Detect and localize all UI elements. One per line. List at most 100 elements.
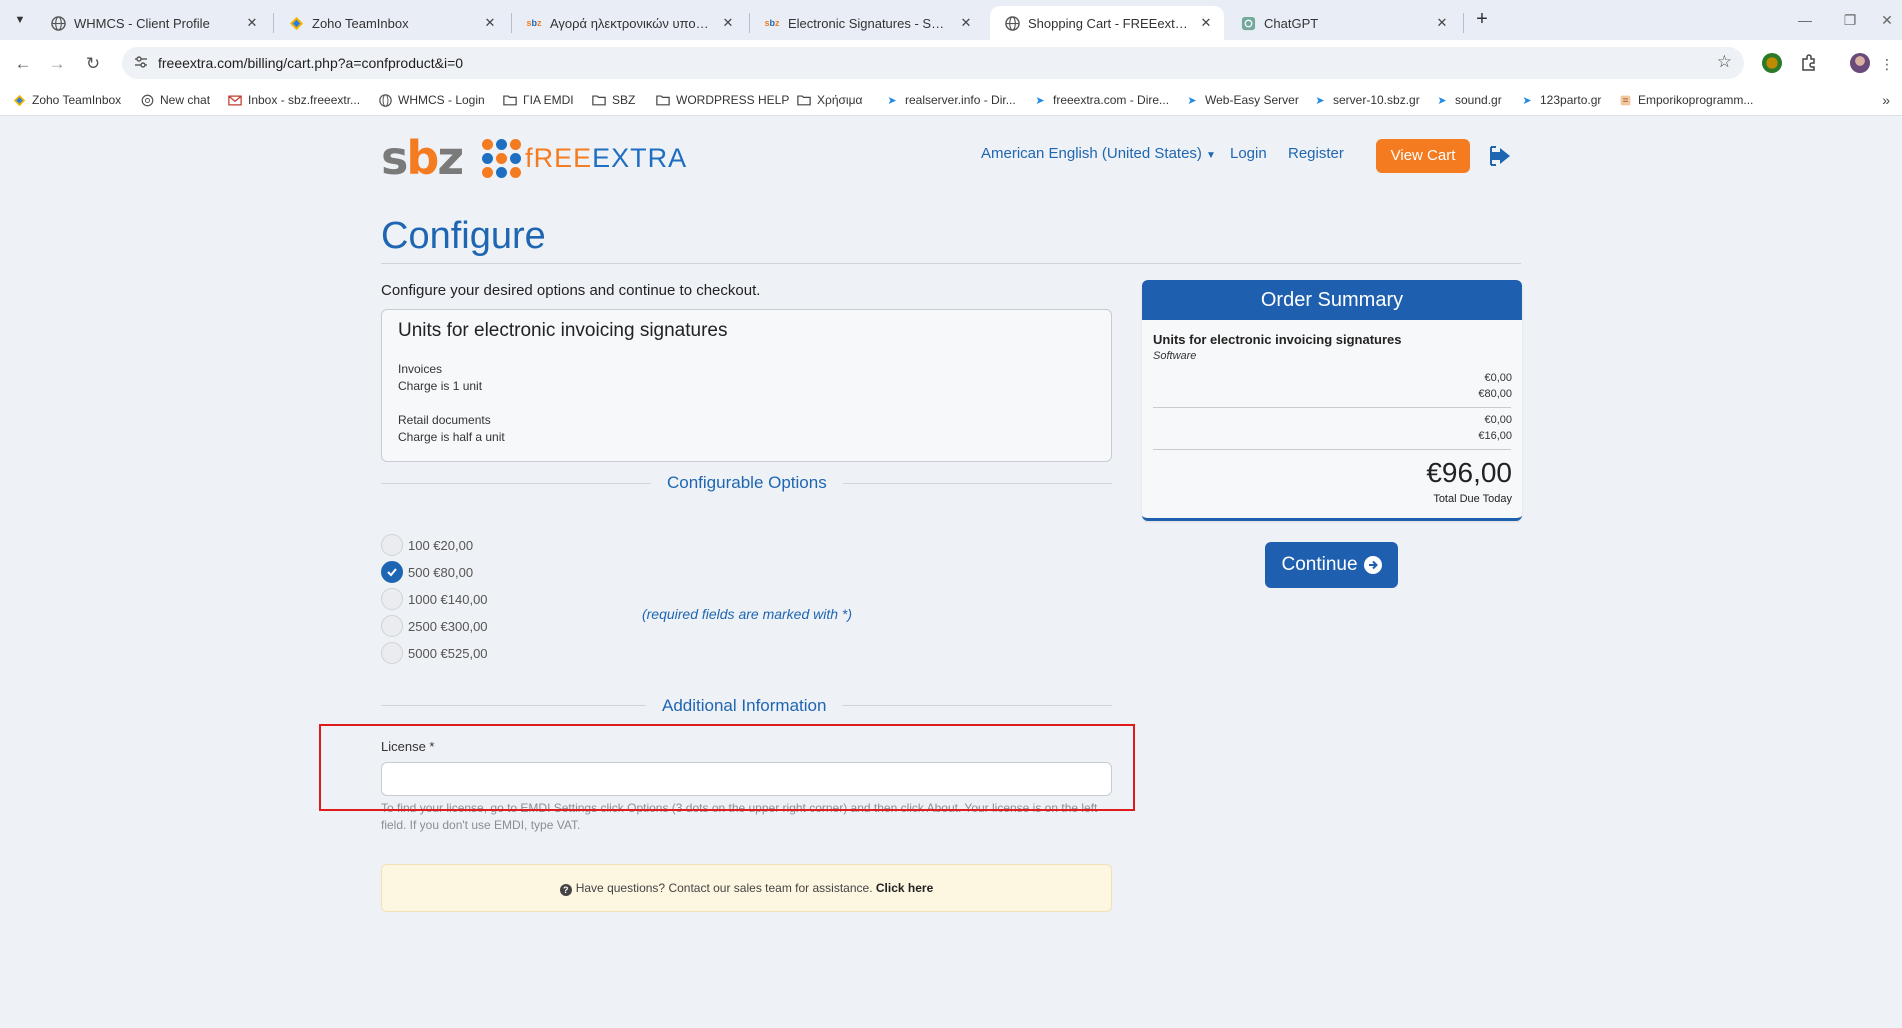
tab-zoho-teaminbox[interactable]: Zoho TeamInbox ✕: [274, 6, 508, 40]
chevron-arrow-icon: ➤: [1315, 94, 1325, 107]
summary-divider: [1153, 449, 1511, 450]
register-link[interactable]: Register: [1288, 145, 1344, 162]
bookmark-123parto[interactable]: ➤ 123parto.gr: [1520, 93, 1601, 107]
globe-icon: [1004, 15, 1020, 31]
tab-strip: ▼ WHMCS - Client Profile ✕ Zoho TeamInbo…: [0, 0, 1902, 40]
option-label: 500 €80,00: [408, 564, 474, 580]
bookmark-web-easy-server[interactable]: ➤ Web-Easy Server: [1185, 93, 1298, 107]
window-close-icon[interactable]: ✕: [1872, 8, 1902, 32]
bookmarks-overflow-icon[interactable]: »: [1882, 92, 1890, 108]
option-100[interactable]: 100 €20,00: [381, 534, 473, 556]
summary-amount: €80,00: [1478, 388, 1512, 400]
product-name: Units for electronic invoicing signature…: [398, 320, 728, 341]
close-icon[interactable]: ✕: [244, 15, 260, 31]
folder-icon: [592, 93, 606, 107]
login-link[interactable]: Login: [1230, 145, 1267, 162]
zoho-teaminbox-icon: [288, 15, 304, 31]
license-input[interactable]: [381, 762, 1112, 796]
extension-icon[interactable]: [1762, 53, 1782, 73]
order-summary-panel: Order Summary Units for electronic invoi…: [1142, 280, 1522, 521]
logout-icon[interactable]: [1489, 144, 1513, 168]
site-logo[interactable]: sbz fREEEXTRA: [381, 131, 687, 185]
site-settings-icon[interactable]: [132, 54, 150, 72]
bookmark-zoho-teaminbox[interactable]: Zoho TeamInbox: [12, 93, 121, 107]
bookmark-freeextra-dire[interactable]: ➤ freeextra.com - Dire...: [1033, 93, 1169, 107]
tab-whmcs-client-profile[interactable]: WHMCS - Client Profile ✕: [36, 6, 270, 40]
minimize-icon[interactable]: —: [1790, 8, 1820, 32]
chevron-arrow-icon: ➤: [1035, 94, 1045, 107]
chatgpt-icon: [1240, 15, 1256, 31]
kebab-menu-icon[interactable]: ⋮: [1874, 51, 1900, 77]
radio-button[interactable]: [381, 642, 403, 664]
caret-down-icon: ▼: [1205, 150, 1216, 161]
browser-toolbar: ← → ↻ freeextra.com/billing/cart.php?a=c…: [0, 40, 1902, 86]
mail-icon: [228, 93, 242, 107]
bookmark-folder-xrisima[interactable]: Χρήσιμα: [797, 93, 862, 107]
bookmark-new-chat[interactable]: New chat: [140, 93, 210, 107]
summary-total: €96,00: [1426, 457, 1512, 488]
tab-search-chevron-icon[interactable]: ▼: [8, 8, 32, 32]
back-arrow-icon[interactable]: ←: [10, 51, 36, 77]
folder-icon: [503, 93, 517, 107]
tab-electronic-signatures[interactable]: sbz Electronic Signatures - SBZ Syst ✕: [750, 6, 984, 40]
summary-product-group: Software: [1153, 350, 1197, 362]
freeextra-logo-text: fREEEXTRA: [525, 142, 688, 173]
bookmark-folder-wordpress-help[interactable]: WORDPRESS HELP: [656, 93, 789, 107]
required-fields-note: (required fields are marked with *): [641, 606, 853, 622]
chevron-arrow-icon: ➤: [1187, 94, 1197, 107]
bookmark-folder-sbz[interactable]: SBZ: [592, 93, 635, 107]
continue-button[interactable]: Continue: [1265, 542, 1398, 588]
question-circle-icon: ?: [559, 884, 572, 896]
close-icon[interactable]: ✕: [958, 15, 974, 31]
bookmark-server-10[interactable]: ➤ server-10.sbz.gr: [1313, 93, 1419, 107]
close-icon[interactable]: ✕: [1434, 15, 1450, 31]
tab-agora-ilektronikon[interactable]: sbz Αγορά ηλεκτρονικών υπογραφών ✕: [512, 6, 746, 40]
bookmark-emporikoprogramm[interactable]: Emporikoprogramm...: [1618, 93, 1753, 107]
option-label: 5000 €525,00: [408, 645, 488, 661]
configurable-options-heading: Configurable Options: [651, 473, 843, 493]
close-icon[interactable]: ✕: [720, 15, 736, 31]
intro-text: Configure your desired options and conti…: [381, 282, 761, 299]
bookmark-whmcs-login[interactable]: WHMCS - Login: [378, 93, 485, 107]
radio-button[interactable]: [381, 534, 403, 556]
address-bar[interactable]: freeextra.com/billing/cart.php?a=confpro…: [122, 47, 1744, 79]
profile-avatar[interactable]: [1850, 53, 1870, 73]
bookmark-sound-gr[interactable]: ➤ sound.gr: [1435, 93, 1501, 107]
option-500[interactable]: 500 €80,00: [381, 561, 473, 583]
product-desc-retail: Retail documents Charge is half a unit: [398, 413, 505, 444]
globe-icon: [378, 93, 392, 107]
option-label: 100 €20,00: [408, 537, 474, 553]
radio-button-checked[interactable]: [381, 561, 403, 583]
license-help-text: To find your license, go to EMDI Setting…: [381, 801, 1098, 832]
summary-product-name: Units for electronic invoicing signature…: [1153, 332, 1402, 347]
new-tab-button[interactable]: +: [1470, 8, 1494, 32]
product-info-box: Units for electronic invoicing signature…: [381, 309, 1112, 462]
tab-title: Zoho TeamInbox: [312, 15, 409, 31]
freeextra-dots-icon: [482, 138, 522, 178]
sbz-favicon-icon: sbz: [764, 18, 780, 28]
language-selector[interactable]: American English (United States) ▼: [981, 145, 1216, 162]
tab-shopping-cart[interactable]: Shopping Cart - FREEextra.com ✕: [990, 6, 1224, 40]
order-summary-heading: Order Summary: [1142, 280, 1522, 320]
tab-title: WHMCS - Client Profile: [74, 15, 210, 31]
forward-arrow-icon[interactable]: →: [44, 51, 70, 77]
contact-click-here-link[interactable]: Click here: [876, 881, 933, 895]
view-cart-button[interactable]: View Cart: [1376, 139, 1470, 173]
summary-amount: €0,00: [1484, 372, 1512, 384]
bookmark-star-icon[interactable]: ☆: [1717, 52, 1732, 72]
option-5000[interactable]: 5000 €525,00: [381, 642, 488, 664]
tab-title: Shopping Cart - FREEextra.com: [1028, 15, 1190, 31]
bookmark-folder-gia-emdi[interactable]: ΓΙΑ EMDI: [503, 93, 574, 107]
page-title: Configure: [381, 215, 546, 257]
restore-icon[interactable]: ❐: [1835, 8, 1865, 32]
bookmark-inbox[interactable]: Inbox - sbz.freeextr...: [228, 93, 360, 107]
tab-chatgpt[interactable]: ChatGPT ✕: [1226, 6, 1460, 40]
url-text[interactable]: freeextra.com/billing/cart.php?a=confpro…: [158, 55, 463, 71]
close-icon[interactable]: ✕: [482, 15, 498, 31]
reload-icon[interactable]: ↻: [80, 51, 106, 77]
folder-icon: [797, 93, 811, 107]
close-icon[interactable]: ✕: [1198, 15, 1214, 31]
puzzle-extensions-icon[interactable]: [1799, 53, 1819, 73]
license-label: License *: [381, 739, 435, 754]
bookmark-realserver[interactable]: ➤ realserver.info - Dir...: [885, 93, 1015, 107]
